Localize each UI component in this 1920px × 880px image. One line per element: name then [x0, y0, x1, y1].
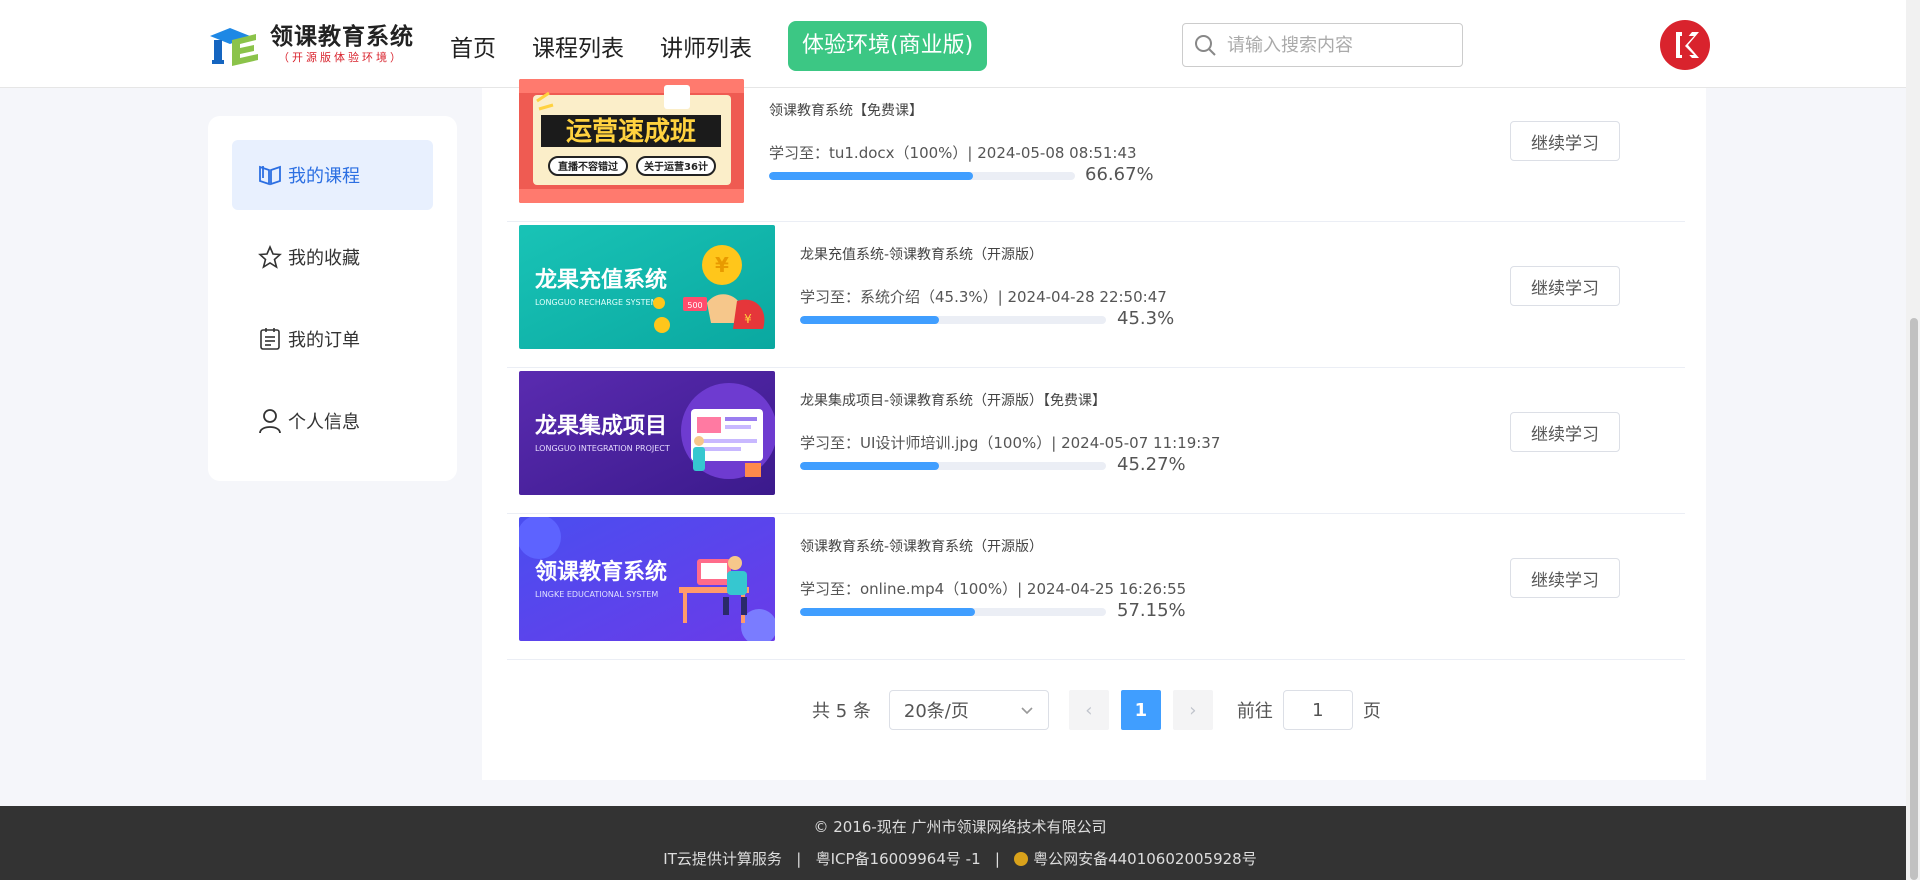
footer-divider: | — [786, 850, 811, 868]
progress-fill — [800, 608, 975, 616]
account-sidebar: 我的课程 我的收藏 我的订单 个人信息 — [208, 116, 457, 481]
top-header: 领课教育系统 （开源版体验环境） 首页 课程列表 讲师列表 体验环境(商业版) — [0, 0, 1920, 88]
continue-learning-button[interactable]: 继续学习 — [1510, 121, 1620, 161]
my-courses-panel: 运营速成班 直播不容错过 关于运营36计 领课教育系统【免费课】 学习至：tu1… — [482, 79, 1706, 780]
logo-subtitle: （开源版体验环境） — [278, 51, 404, 64]
book-icon — [256, 161, 284, 189]
pagination: 共 5 条 20条/页 ‹ 1 › 前往 页 — [812, 690, 1381, 730]
logo-title: 领课教育系统 — [270, 24, 414, 50]
svg-text:¥: ¥ — [715, 253, 729, 277]
progress-percent: 45.27% — [1117, 454, 1186, 475]
progress-fill — [800, 316, 939, 324]
sidebar-item-my-courses[interactable]: 我的课程 — [232, 140, 433, 210]
goto-label: 前往 — [1236, 701, 1273, 722]
nav-teacher-list[interactable]: 讲师列表 — [660, 29, 752, 63]
thumb-title: 龙果充值系统 — [535, 267, 667, 293]
search-input[interactable] — [1227, 34, 1447, 56]
star-icon — [256, 243, 284, 271]
course-row: 龙果充值系统 LONGGUO RECHARGE SYSTEM ¥ ¥ 500 龙… — [507, 222, 1685, 368]
footer-police-record-link[interactable]: 粤公网安备44010602005928号 — [1033, 850, 1257, 868]
footer-icp-link[interactable]: 粤ICP备16009964号 -1 — [816, 850, 981, 868]
course-title[interactable]: 领课教育系统-领课教育系统（开源版） — [800, 536, 1043, 556]
progress-percent: 57.15% — [1117, 600, 1186, 621]
footer-links: IT云提供计算服务 | 粤ICP备16009964号 -1 | 粤公网安备440… — [0, 848, 1920, 869]
svg-text:500: 500 — [687, 301, 702, 310]
continue-learning-button[interactable]: 继续学习 — [1510, 412, 1620, 452]
course-last-study: 学习至：tu1.docx（100%）| 2024-05-08 08:51:43 — [769, 144, 1137, 162]
course-thumbnail[interactable]: 龙果充值系统 LONGGUO RECHARGE SYSTEM ¥ ¥ 500 — [519, 225, 775, 349]
progress-bar — [769, 172, 1075, 180]
continue-learning-button[interactable]: 继续学习 — [1510, 266, 1620, 306]
main-nav: 首页 课程列表 讲师列表 体验环境(商业版) — [450, 21, 988, 71]
avatar-logo-icon — [1676, 32, 1699, 58]
svg-text:¥: ¥ — [744, 312, 752, 326]
goto-suffix: 页 — [1362, 701, 1381, 722]
continue-learning-button[interactable]: 继续学习 — [1510, 558, 1620, 598]
search-box — [1182, 23, 1463, 67]
thumb-title: 龙果集成项目 — [535, 413, 667, 439]
footer-copyright: © 2016-现在 广州市领课网络技术有限公司 — [813, 818, 1107, 836]
course-last-study: 学习至：系统介绍（45.3%）| 2024-04-28 22:50:47 — [800, 288, 1167, 306]
thumb-title: 领课教育系统 — [535, 559, 667, 585]
course-thumbnail[interactable]: 领课教育系统 LINGKE EDUCATIONAL SYSTEM — [519, 517, 775, 641]
chevron-down-icon — [1020, 700, 1034, 721]
sidebar-item-label: 个人信息 — [288, 412, 360, 433]
nav-commercial-demo-button[interactable]: 体验环境(商业版) — [788, 21, 988, 71]
footer-cloud-provider[interactable]: IT云提供计算服务 — [663, 850, 782, 868]
thumb-subtitle: LINGKE EDUCATIONAL SYSTEM — [535, 590, 658, 599]
course-row: 龙果集成项目 LONGGUO INTEGRATION PROJECT 龙果集成项… — [507, 368, 1685, 514]
course-last-study: 学习至：UI设计师培训.jpg（100%）| 2024-05-07 11:19:… — [800, 434, 1221, 452]
police-badge-icon — [1014, 852, 1029, 866]
thumb-tag: 关于运营36计 — [644, 160, 708, 173]
progress-bar — [800, 608, 1106, 616]
site-logo[interactable]: 领课教育系统 （开源版体验环境） — [208, 22, 418, 68]
progress-bar — [800, 462, 1106, 470]
thumb-title: 运营速成班 — [566, 117, 696, 147]
thumb-subtitle: LONGGUO INTEGRATION PROJECT — [535, 444, 670, 453]
page-scrollbar-thumb[interactable] — [1910, 318, 1918, 880]
order-list-icon — [256, 325, 284, 353]
page-size-select[interactable]: 20条/页 — [888, 690, 1049, 730]
next-page-button[interactable]: › — [1172, 690, 1213, 730]
sidebar-item-label: 我的课程 — [288, 166, 360, 187]
user-avatar[interactable] — [1660, 20, 1710, 70]
course-thumbnail[interactable]: 运营速成班 直播不容错过 关于运营36计 — [519, 79, 744, 203]
search-icon[interactable] — [1183, 23, 1227, 67]
user-icon — [256, 407, 284, 435]
progress-fill — [800, 462, 939, 470]
thumb-subtitle: LONGGUO RECHARGE SYSTEM — [535, 298, 658, 307]
sidebar-item-label: 我的收藏 — [288, 248, 360, 269]
page-jumper: 前往 页 — [1237, 690, 1381, 730]
progress-bar — [800, 316, 1106, 324]
sidebar-item-label: 我的订单 — [288, 330, 360, 351]
sidebar-item-my-favorites[interactable]: 我的收藏 — [232, 222, 433, 292]
sidebar-item-profile[interactable]: 个人信息 — [232, 386, 433, 456]
thumb-tag: 直播不容错过 — [558, 160, 618, 173]
course-title[interactable]: 龙果充值系统-领课教育系统（开源版） — [800, 244, 1043, 264]
course-row: 领课教育系统 LINGKE EDUCATIONAL SYSTEM 领课教育系统-… — [507, 514, 1685, 660]
sidebar-item-my-orders[interactable]: 我的订单 — [232, 304, 433, 374]
page-size-value: 20条/页 — [903, 701, 969, 722]
nav-course-list[interactable]: 课程列表 — [532, 29, 624, 63]
progress-fill — [769, 172, 973, 180]
progress-percent: 45.3% — [1117, 308, 1175, 329]
course-title[interactable]: 龙果集成项目-领课教育系统（开源版）【免费课】 — [800, 390, 1106, 410]
course-row: 运营速成班 直播不容错过 关于运营36计 领课教育系统【免费课】 学习至：tu1… — [507, 76, 1685, 222]
footer-divider: | — [985, 850, 1010, 868]
nav-home[interactable]: 首页 — [450, 29, 496, 63]
progress-percent: 66.67% — [1085, 164, 1154, 185]
site-footer: © 2016-现在 广州市领课网络技术有限公司 IT云提供计算服务 | 粤ICP… — [0, 806, 1920, 880]
page-number-current[interactable]: 1 — [1120, 690, 1161, 730]
course-thumbnail[interactable]: 龙果集成项目 LONGGUO INTEGRATION PROJECT — [519, 371, 775, 495]
logo-mark-icon — [208, 24, 264, 66]
prev-page-button[interactable]: ‹ — [1068, 690, 1109, 730]
goto-page-input[interactable] — [1282, 690, 1353, 730]
pagination-total: 共 5 条 — [812, 701, 871, 722]
course-last-study: 学习至：online.mp4（100%）| 2024-04-25 16:26:5… — [800, 580, 1187, 598]
course-title[interactable]: 领课教育系统【免费课】 — [769, 100, 923, 120]
